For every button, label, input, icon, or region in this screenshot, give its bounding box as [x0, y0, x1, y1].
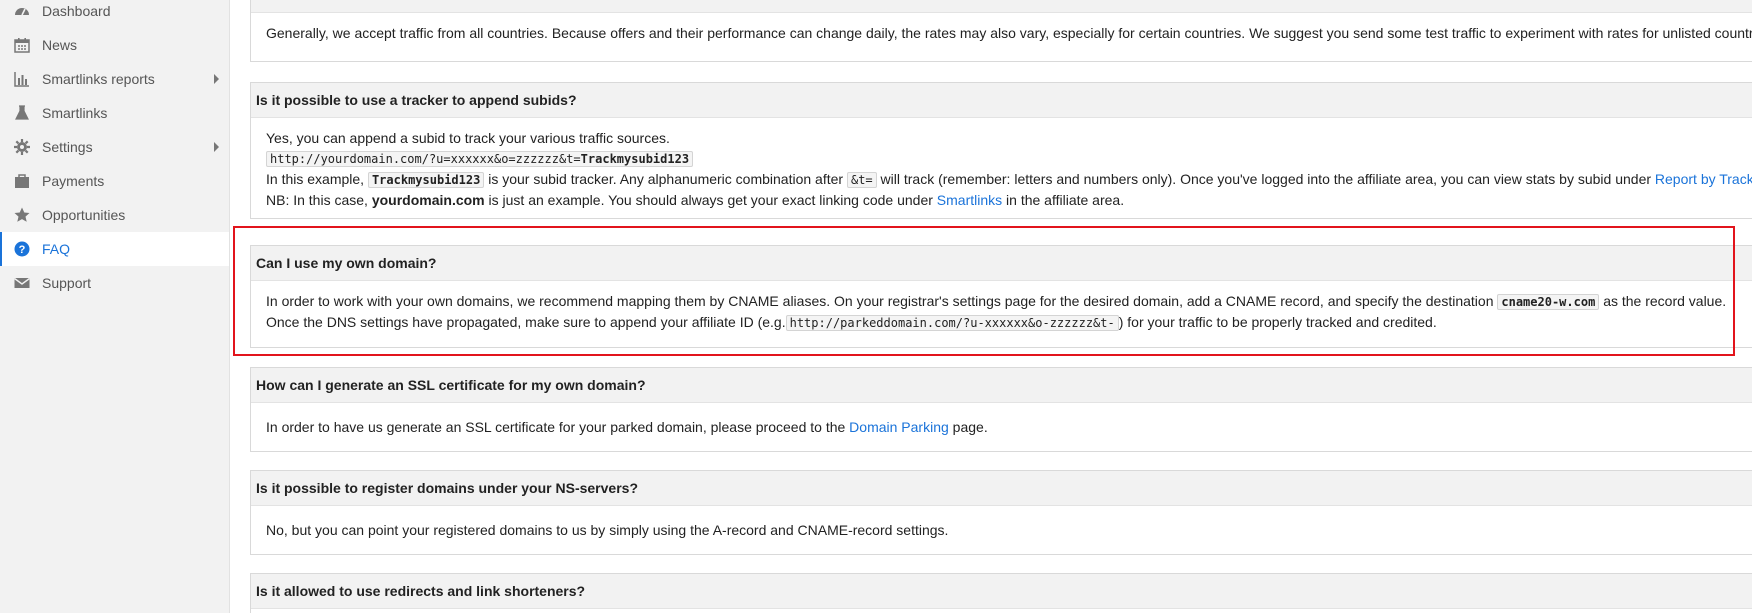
- sidebar-item-opportunities[interactable]: Opportunities: [0, 198, 229, 232]
- star-icon: [14, 207, 30, 223]
- code-snippet: &t=: [846, 172, 877, 188]
- code-snippet: cname20-w.com: [1497, 294, 1600, 310]
- answer-text: is just an example. You should always ge…: [488, 192, 933, 208]
- faq-item: Is it possible to register domains under…: [250, 470, 1752, 555]
- faq-list: What about countries which are not on th…: [250, 0, 1752, 613]
- faq-item: Can I use my own domain? In order to wor…: [250, 245, 1752, 348]
- faq-item: Is it possible to use a tracker to appen…: [250, 82, 1752, 219]
- code-snippet: Trackmysubid123: [367, 172, 485, 188]
- answer-text: NB: In this case,: [266, 192, 368, 208]
- envelope-icon: [14, 275, 30, 291]
- sidebar-item-label: Dashboard: [42, 3, 111, 19]
- sidebar-item-dashboard[interactable]: Dashboard: [0, 0, 229, 28]
- faq-question: Is it possible to register domains under…: [251, 471, 1752, 506]
- dashboard-icon: [14, 3, 30, 19]
- answer-text: page.: [952, 419, 988, 435]
- faq-question: Is it allowed to use redirects and link …: [251, 574, 1752, 609]
- question-circle-icon: ?: [14, 241, 30, 257]
- faq-item: What about countries which are not on th…: [250, 0, 1752, 62]
- faq-item: How can I generate an SSL certificate fo…: [250, 367, 1752, 452]
- smartlinks-link[interactable]: Smartlinks: [937, 192, 1002, 208]
- sidebar-item-news[interactable]: News: [0, 28, 229, 62]
- calendar-icon: [14, 37, 30, 53]
- domain-parking-link[interactable]: Domain Parking: [849, 419, 949, 435]
- sidebar-item-label: News: [42, 37, 78, 53]
- sidebar-item-label: Opportunities: [42, 207, 126, 223]
- sidebar-item-settings[interactable]: Settings: [0, 130, 229, 164]
- faq-question: How can I generate an SSL certificate fo…: [251, 368, 1752, 403]
- faq-answer-line: Yes, you can append a subid to track you…: [266, 130, 670, 146]
- code-snippet: http://yourdomain.com/?u=xxxxxx&o=zzzzzz…: [266, 151, 694, 167]
- faq-question: What about countries which are not on th…: [251, 0, 1752, 13]
- flask-icon: [14, 105, 30, 121]
- sidebar-item-smartlinks[interactable]: Smartlinks: [0, 96, 229, 130]
- answer-text: In this example,: [266, 171, 365, 187]
- bar-chart-icon: [14, 71, 30, 87]
- code-subid: Trackmysubid123: [580, 152, 690, 166]
- briefcase-icon: [14, 173, 30, 189]
- faq-item: Is it allowed to use redirects and link …: [250, 573, 1752, 613]
- gear-icon: [14, 139, 30, 155]
- sidebar-item-label: Settings: [42, 139, 93, 155]
- sidebar-item-label: FAQ: [42, 241, 71, 257]
- answer-text: is your subid tracker. Any alphanumeric …: [488, 171, 844, 187]
- answer-text: in the affiliate area.: [1006, 192, 1125, 208]
- sidebar-item-label: Support: [42, 275, 92, 291]
- answer-text: Once the DNS settings have propagated, m…: [266, 314, 786, 330]
- sidebar-item-label: Smartlinks: [42, 105, 108, 121]
- chevron-right-icon: [214, 74, 219, 84]
- answer-text: will track (remember: letters and number…: [880, 171, 1652, 187]
- answer-text: In order to work with your own domains, …: [266, 293, 1494, 309]
- sidebar-item-label: Payments: [42, 173, 105, 189]
- code-snippet: http://parkeddomain.com/?u-xxxxxx&o-zzzz…: [785, 315, 1119, 331]
- faq-answer: No, but you can point your registered do…: [266, 522, 949, 538]
- chevron-right-icon: [214, 142, 219, 152]
- faq-question: Can I use my own domain?: [251, 246, 1752, 281]
- answer-text: In order to have us generate an SSL cert…: [266, 419, 846, 435]
- answer-text: ) for your traffic to be properly tracke…: [1118, 314, 1437, 330]
- report-by-tracker-link[interactable]: Report by Tracker: [1655, 171, 1752, 187]
- faq-question: Is it possible to use a tracker to appen…: [251, 83, 1752, 118]
- sidebar-item-payments[interactable]: Payments: [0, 164, 229, 198]
- sidebar-item-faq[interactable]: ? FAQ: [0, 232, 229, 266]
- answer-bold-text: yourdomain.com: [371, 192, 485, 208]
- sidebar-item-label: Smartlinks reports: [42, 71, 155, 87]
- answer-text: as the record value.: [1603, 293, 1727, 309]
- sidebar-item-smartlinks-reports[interactable]: Smartlinks reports: [0, 62, 229, 96]
- sidebar: Dashboard News Smartlinks reports Smartl…: [0, 0, 230, 613]
- code-url: http://yourdomain.com/?u=xxxxxx&o=zzzzzz…: [270, 152, 581, 166]
- faq-answer: Generally, we accept traffic from all co…: [266, 25, 1752, 41]
- sidebar-item-support[interactable]: Support: [0, 266, 229, 300]
- svg-text:?: ?: [19, 244, 26, 256]
